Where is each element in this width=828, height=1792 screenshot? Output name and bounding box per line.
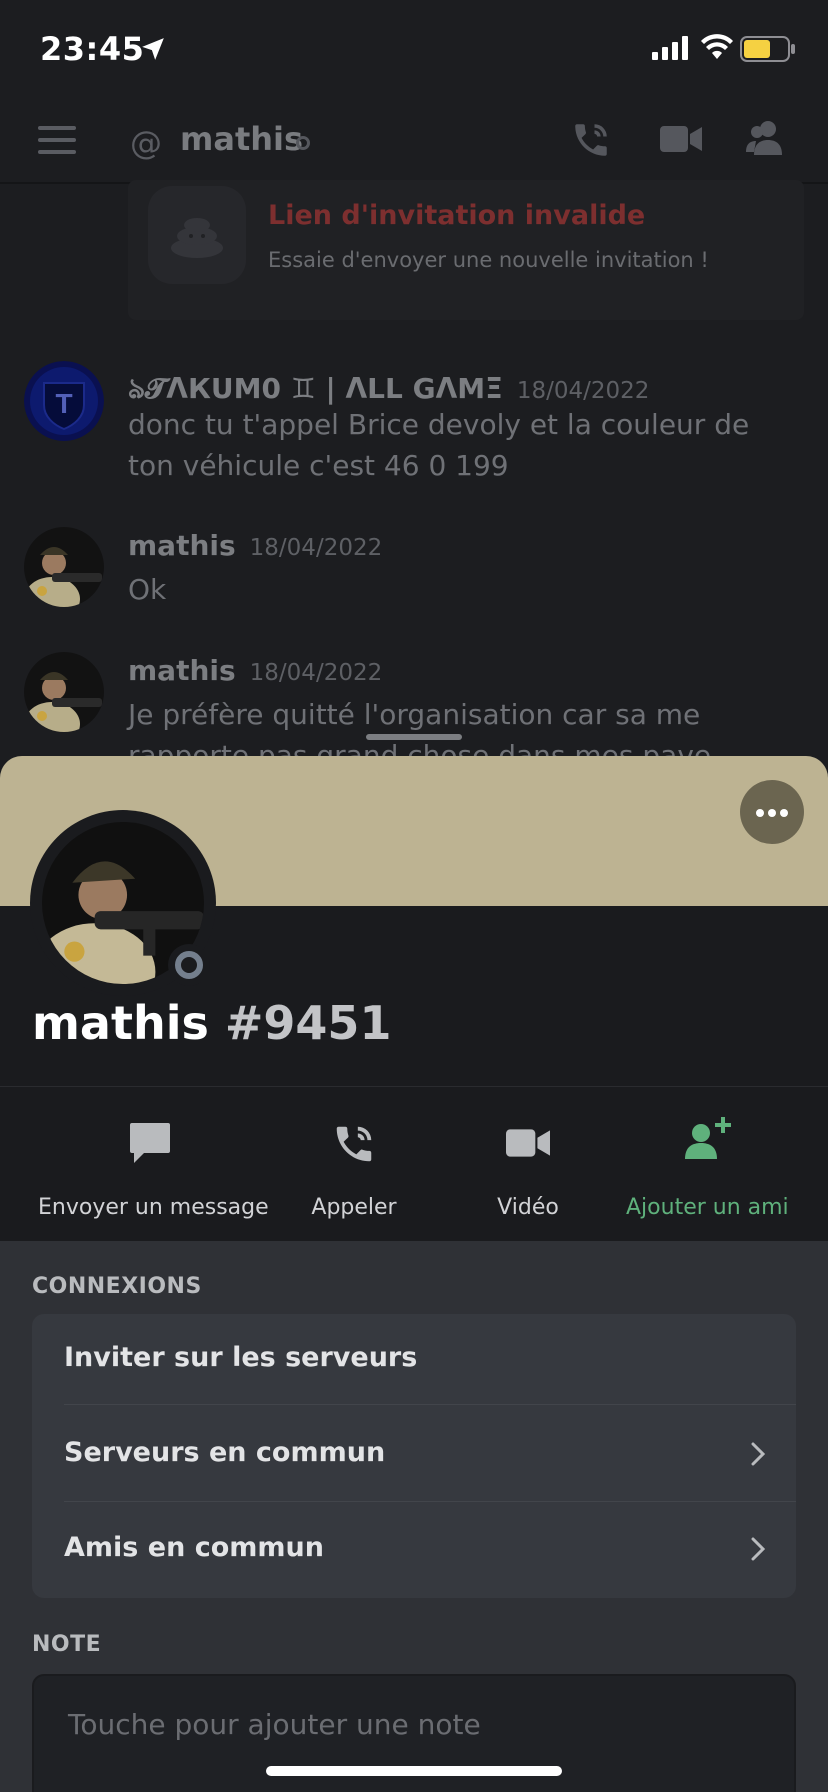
message-text: Je préfère quitté l'organisation car sa … xyxy=(128,698,712,760)
message-date: 18/04/2022 xyxy=(249,535,383,561)
wifi-icon xyxy=(701,34,733,59)
action-label: Appeler xyxy=(311,1195,397,1220)
mutual-servers-row[interactable]: Serveurs en commun xyxy=(32,1405,796,1501)
phone-call-icon xyxy=(336,1126,372,1162)
add-friend-icon xyxy=(685,1117,731,1159)
svg-text:T: T xyxy=(55,388,72,419)
username-text: mathis xyxy=(32,996,209,1050)
avatar[interactable]: T xyxy=(24,361,104,441)
message-text: donc tu t'appel Brice devoly et la coule… xyxy=(128,408,750,482)
chevron-right-icon xyxy=(751,1442,766,1466)
invite-poop-icon xyxy=(148,186,246,284)
action-label: Vidéo xyxy=(497,1195,559,1220)
invalid-invite-card: Lien d'invitation invalide Essaie d'envo… xyxy=(128,180,804,320)
channel-name[interactable]: mathis xyxy=(180,120,303,158)
status-bar: 23:45 xyxy=(0,0,828,96)
connections-heading: CONNEXIONS xyxy=(32,1274,202,1299)
note-placeholder: Touche pour ajouter une note xyxy=(68,1708,481,1741)
at-icon: @ xyxy=(130,124,162,162)
call-button[interactable]: Appeler xyxy=(292,1087,416,1242)
message-icon xyxy=(130,1123,170,1163)
status-time: 23:45 xyxy=(40,30,145,68)
action-label: Envoyer un message xyxy=(38,1195,269,1220)
connections-list: Inviter sur les serveurs Serveurs en com… xyxy=(32,1314,796,1598)
message-date: 18/04/2022 xyxy=(249,660,383,686)
menu-icon[interactable] xyxy=(38,126,76,154)
invite-to-servers-row[interactable]: Inviter sur les serveurs xyxy=(32,1314,796,1404)
author-name[interactable]: ঌ𝓣ΛКUM0 ♊ | ΛLL GΛMΞ xyxy=(128,372,503,405)
video-button[interactable]: Vidéo xyxy=(478,1087,578,1242)
mutual-friends-row[interactable]: Amis en commun xyxy=(32,1502,796,1598)
cellular-signal-icon xyxy=(652,36,688,60)
avatar[interactable] xyxy=(24,652,104,732)
author-name[interactable]: mathis xyxy=(128,529,236,562)
more-options-button[interactable] xyxy=(740,780,804,844)
chat-screen-background: 23:45 @ mathis Lien d'invitation invalid… xyxy=(0,0,828,760)
sheet-grab-handle[interactable] xyxy=(366,734,462,740)
user-profile-sheet: mathis #9451 Envoyer un message Appeler … xyxy=(0,756,828,1792)
note-heading: NOTE xyxy=(32,1632,102,1657)
author-name[interactable]: mathis xyxy=(128,654,236,687)
video-icon xyxy=(506,1129,550,1157)
profile-avatar[interactable] xyxy=(30,810,216,996)
message-text: Ok xyxy=(128,573,167,606)
invite-subtitle: Essaie d'envoyer une nouvelle invitation… xyxy=(268,248,709,272)
add-friend-button[interactable]: Ajouter un ami xyxy=(626,1087,789,1242)
avatar[interactable] xyxy=(24,527,104,607)
battery-icon xyxy=(740,36,795,62)
profile-action-bar: Envoyer un message Appeler Vidéo Ajouter… xyxy=(0,1086,828,1241)
members-icon[interactable] xyxy=(746,120,786,156)
row-label: Amis en commun xyxy=(64,1532,324,1563)
row-label: Inviter sur les serveurs xyxy=(64,1342,418,1373)
profile-username: mathis #9451 xyxy=(32,996,391,1050)
message-date: 18/04/2022 xyxy=(516,378,650,404)
location-arrow-icon xyxy=(142,38,164,60)
video-icon[interactable] xyxy=(660,124,702,154)
phone-call-icon[interactable] xyxy=(570,118,612,162)
offline-status-icon xyxy=(168,944,210,986)
send-message-button[interactable]: Envoyer un message xyxy=(38,1087,269,1242)
invite-title: Lien d'invitation invalide xyxy=(268,200,646,231)
home-indicator xyxy=(266,1766,562,1776)
action-label: Ajouter un ami xyxy=(626,1195,789,1220)
message-author: mathis 18/04/2022 xyxy=(128,529,382,562)
message-author: mathis 18/04/2022 xyxy=(128,654,382,687)
chevron-right-icon xyxy=(751,1537,766,1561)
channel-header: @ mathis xyxy=(0,96,828,184)
discriminator: #9451 xyxy=(224,996,392,1050)
row-label: Serveurs en commun xyxy=(64,1437,386,1468)
offline-status-icon xyxy=(296,136,310,150)
